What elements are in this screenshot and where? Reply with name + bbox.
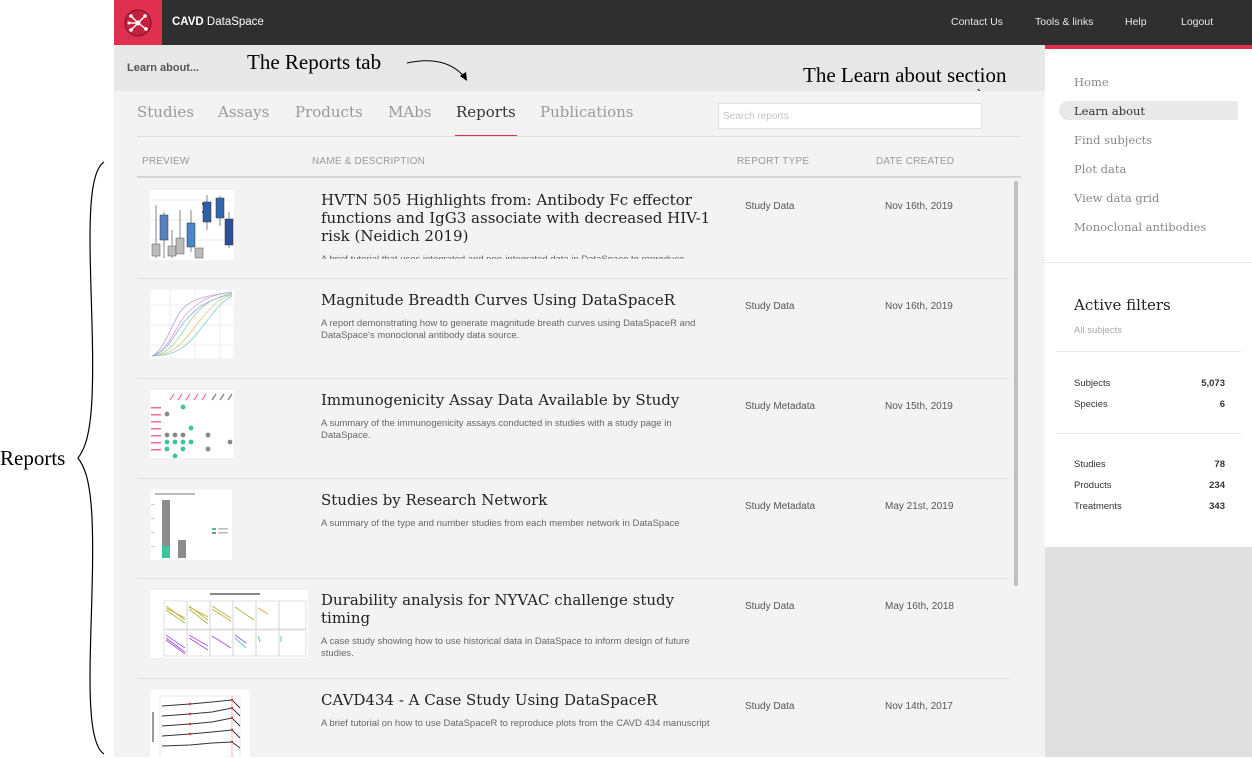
report-preview-dotplot[interactable] — [150, 390, 234, 458]
stat-value: 343 — [1209, 501, 1225, 512]
reports-main: Studies Assays Products MAbs Reports Pub… — [114, 91, 1045, 757]
tab-reports[interactable]: Reports — [456, 103, 516, 121]
stat-value: 78 — [1214, 459, 1225, 470]
active-filters-title: Active filters — [1074, 296, 1171, 314]
report-date: Nov 16th, 2019 — [885, 201, 953, 212]
column-header-date[interactable]: DATE CREATED — [876, 156, 954, 167]
report-description: A summary of the immunogenicity assays c… — [321, 418, 672, 441]
report-title[interactable]: Durability analysis for NYVAC challenge … — [321, 591, 721, 627]
tab-studies[interactable]: Studies — [137, 103, 194, 121]
sidebar-item-view-data-grid[interactable]: View data grid — [1074, 191, 1159, 205]
sidebar-panel: Home Learn about Find subjects Plot data… — [1045, 49, 1252, 547]
report-row[interactable]: HVTN 505 Highlights from: Antibody Fc ef… — [137, 178, 1009, 279]
sidebar-item-learn-about[interactable]: Learn about — [1074, 104, 1145, 118]
column-header-preview[interactable]: PREVIEW — [142, 156, 190, 167]
stat-label: Species — [1074, 399, 1108, 410]
annotation-reports-tab: The Reports tab — [247, 50, 382, 74]
report-date: Nov 14th, 2017 — [885, 701, 953, 712]
report-title[interactable]: Immunogenicity Assay Data Available by S… — [321, 391, 721, 409]
report-date: Nov 16th, 2019 — [885, 301, 953, 312]
app-window: CAVD DataSpace Contact Us Tools & links … — [114, 0, 1252, 757]
report-row[interactable]: Studies by Research Network A summary of… — [137, 478, 1009, 579]
report-row[interactable]: CAVD434 - A Case Study Using DataSpaceR … — [137, 678, 1009, 757]
nav-help[interactable]: Help — [1125, 0, 1147, 45]
report-date: May 16th, 2018 — [885, 601, 954, 612]
sidebar-item-plot-data[interactable]: Plot data — [1074, 162, 1126, 176]
dataspace-logo-icon[interactable] — [114, 0, 162, 45]
active-filters-subtitle: All subjects — [1074, 325, 1123, 336]
sidebar-divider — [1045, 262, 1252, 263]
brand-rest: DataSpace — [203, 16, 264, 28]
right-sidebar: Home Learn about Find subjects Plot data… — [1045, 45, 1252, 757]
report-date: May 21st, 2019 — [885, 501, 954, 512]
annotation-brace-icon — [77, 161, 105, 755]
column-header-name[interactable]: NAME & DESCRIPTION — [312, 156, 425, 167]
reports-scrollbar[interactable] — [1014, 181, 1018, 586]
report-type: Study Data — [745, 301, 795, 312]
filters-divider — [1056, 433, 1241, 434]
learn-about-label: Learn about... — [127, 62, 200, 74]
stat-label: Studies — [1074, 459, 1106, 470]
sidebar-item-find-subjects[interactable]: Find subjects — [1074, 133, 1152, 147]
report-preview-durability[interactable] — [150, 590, 308, 658]
report-row[interactable]: Immunogenicity Assay Data Available by S… — [137, 378, 1009, 479]
report-title[interactable]: CAVD434 - A Case Study Using DataSpaceR — [321, 691, 721, 709]
tab-mabs[interactable]: MAbs — [388, 103, 432, 121]
report-type: Study Metadata — [745, 501, 816, 512]
report-row[interactable]: Magnitude Breadth Curves Using DataSpace… — [137, 278, 1009, 379]
tab-publications[interactable]: Publications — [540, 103, 634, 121]
brand-name[interactable]: CAVD DataSpace — [172, 0, 264, 45]
report-description: A brief tutorial that uses integrated an… — [321, 254, 721, 259]
sidebar-item-home[interactable]: Home — [1074, 75, 1109, 89]
tab-assays[interactable]: Assays — [218, 103, 269, 121]
stat-value: 6 — [1219, 399, 1225, 410]
brand-bold: CAVD — [172, 16, 204, 28]
report-date: Nov 15th, 2019 — [885, 401, 953, 412]
top-bar: CAVD DataSpace Contact Us Tools & links … — [114, 0, 1252, 45]
filters-divider — [1056, 351, 1241, 352]
report-title[interactable]: Magnitude Breadth Curves Using DataSpace… — [321, 291, 721, 309]
nav-tools-links[interactable]: Tools & links — [1035, 0, 1093, 45]
column-header-type[interactable]: REPORT TYPE — [737, 156, 809, 167]
search-reports-input[interactable] — [718, 103, 982, 129]
annotation-arrow-icon — [406, 60, 467, 81]
report-preview-boxplot[interactable] — [150, 190, 234, 260]
stat-value: 5,073 — [1201, 378, 1225, 389]
report-preview-lineplot[interactable] — [150, 690, 250, 757]
report-description: A case study showing how to use historic… — [321, 636, 690, 659]
stat-label: Treatments — [1074, 501, 1122, 512]
report-description: A brief tutorial on how to use DataSpace… — [321, 718, 710, 729]
report-type: Study Metadata — [745, 401, 816, 412]
sidebar-item-monoclonal-antibodies[interactable]: Monoclonal antibodies — [1074, 220, 1206, 234]
nav-contact-us[interactable]: Contact Us — [951, 0, 1003, 45]
nav-logout[interactable]: Logout — [1181, 0, 1213, 45]
annotation-learn-about: The Learn about section — [803, 63, 1007, 87]
report-title[interactable]: Studies by Research Network — [321, 491, 721, 509]
report-type: Study Data — [745, 601, 795, 612]
learn-about-bar: Learn about... The Reports tab The Learn… — [114, 45, 1052, 115]
report-type: Study Data — [745, 201, 795, 212]
stat-value: 234 — [1209, 480, 1225, 491]
annotation-reports: Reports — [0, 446, 66, 470]
report-row[interactable]: Durability analysis for NYVAC challenge … — [137, 578, 1009, 679]
stat-label: Subjects — [1074, 378, 1111, 389]
report-type: Study Data — [745, 701, 795, 712]
tab-products[interactable]: Products — [295, 103, 363, 121]
report-description: A report demonstrating how to generate m… — [321, 318, 696, 341]
report-title[interactable]: HVTN 505 Highlights from: Antibody Fc ef… — [321, 191, 721, 245]
report-preview-curves[interactable] — [150, 290, 234, 358]
stat-label: Products — [1074, 480, 1112, 491]
tab-divider — [137, 136, 1021, 137]
report-description: A summary of the type and number studies… — [321, 518, 680, 529]
report-preview-barplot[interactable] — [150, 490, 232, 560]
